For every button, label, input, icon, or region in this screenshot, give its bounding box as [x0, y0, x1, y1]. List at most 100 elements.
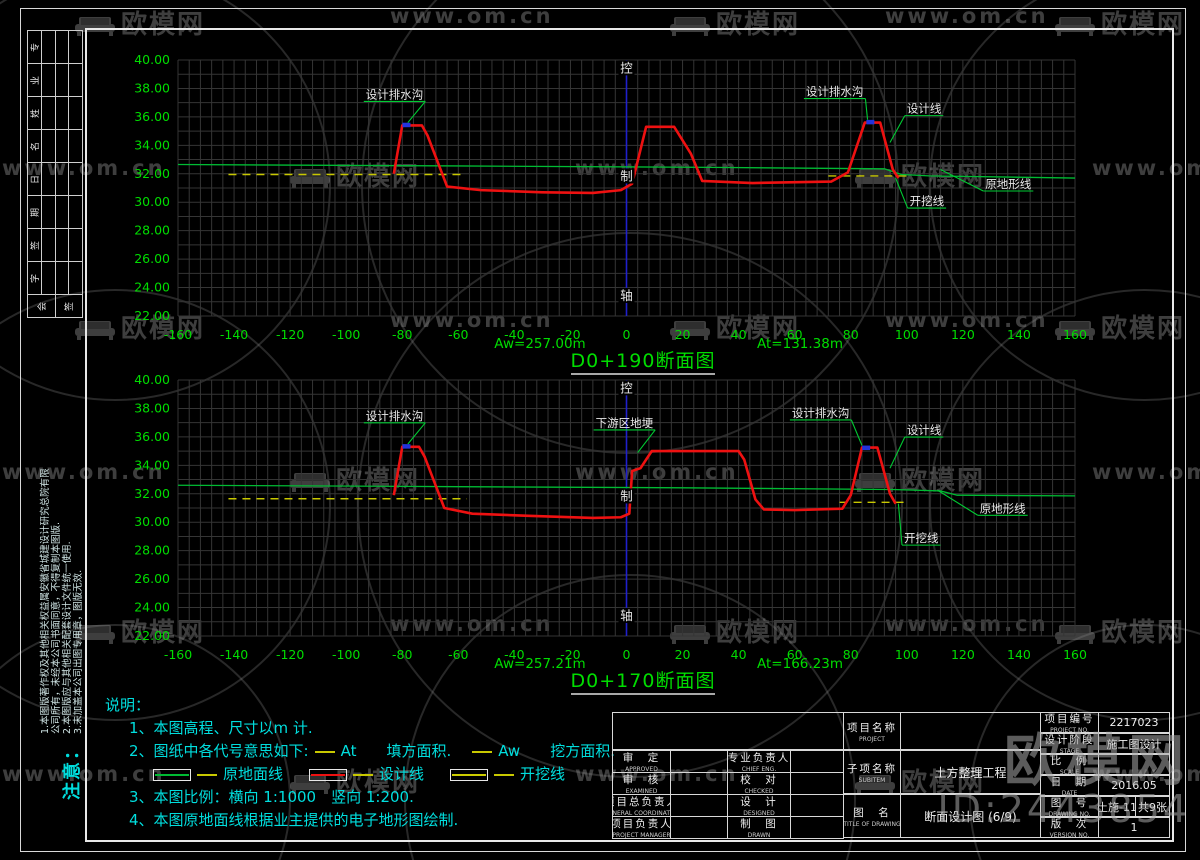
sign-cell	[68, 30, 83, 64]
legend-item-原地面线: 原地面线	[153, 765, 283, 783]
tb-right-value: 2217023	[1098, 712, 1170, 733]
label-en: PROJECT MANAGER	[612, 832, 671, 839]
section-title: D0+190断面图	[571, 350, 716, 372]
x-tick-label: 0	[623, 647, 631, 662]
tb-sign-right	[790, 816, 844, 839]
tb-name-label: 图 名 TITLE OF DRAWING	[843, 794, 901, 838]
notice-line: 3.未加盖本公司出图专用章，图版无效.	[73, 569, 84, 734]
label-zh: 项目负责人	[612, 818, 671, 830]
y-tick-label: 28.00	[134, 223, 170, 238]
sign-cell	[68, 96, 83, 130]
notice-lines: 1.本图版著作权及其他相关权益属安徽省城建设计研究总院有限公司所有，未经本公司书…	[40, 464, 84, 734]
title-block: 审 定 APPROVED 专业负责人 CHIEF ENG. 审 核 EXAMINED 校 对…	[612, 712, 1170, 839]
tb-right-value: 1	[1098, 817, 1170, 838]
x-tick-label: 140	[1007, 327, 1031, 342]
x-tick-label: 120	[951, 327, 975, 342]
note-line-3: 3、本图比例：横向 1:1000 竖向 1:200.	[129, 788, 414, 806]
tb-right-label: 版 次 VERSION NO.	[1040, 817, 1099, 838]
sign-cell	[40, 195, 56, 229]
x-tick-label: 100	[895, 327, 919, 342]
sign-cell: 字	[27, 261, 42, 295]
y-tick-label: 26.00	[134, 571, 170, 586]
y-tick-label: 40.00	[134, 372, 170, 387]
label-zh: 子项名称	[847, 762, 897, 775]
sign-cell: 业	[27, 63, 42, 97]
label-en: VERSION NO.	[1049, 832, 1090, 838]
note-line-2-prefix: 2、图纸中各代号意思如下:	[129, 742, 309, 760]
axis-char: 控	[620, 60, 633, 75]
x-tick-label: -140	[220, 647, 248, 662]
y-tick-label: 22.00	[134, 308, 170, 323]
sign-cell	[68, 162, 83, 196]
label-zh: 项目编号	[1044, 713, 1095, 725]
tb-sign-left	[670, 772, 728, 795]
tb-sign-left	[670, 750, 728, 773]
drain-marker	[402, 122, 411, 128]
legend-swatch-line	[452, 773, 487, 776]
annotation-开挖线: 开挖线	[904, 531, 939, 545]
label-zh: 审 定	[622, 752, 661, 764]
x-tick-label: -60	[448, 327, 468, 342]
x-tick-label: 0	[623, 327, 631, 342]
tb-right-value	[1098, 754, 1170, 775]
legend-dash	[197, 773, 217, 776]
x-tick-label: 20	[675, 327, 691, 342]
tb-right-label: 设计阶段 STAGE	[1040, 733, 1099, 754]
y-tick-label: 32.00	[134, 166, 170, 181]
tb-right-label: 日 期 DATE	[1040, 775, 1099, 796]
y-tick-label: 24.00	[134, 600, 170, 615]
sign-cell-char: 日	[30, 174, 41, 184]
x-tick-label: 160	[1063, 327, 1087, 342]
label-zh: 设计阶段	[1044, 734, 1095, 746]
note-line-4: 4、本图原地面线根据业主提供的电子地形图绘制.	[129, 811, 459, 829]
sign-cell	[40, 228, 56, 262]
tb-sign-right	[790, 794, 844, 817]
sign-cell	[68, 63, 83, 97]
tb-name-label: 子项名称 SUBITEM	[843, 750, 901, 794]
y-tick-label: 32.00	[134, 486, 170, 501]
legend-swatch-line	[311, 773, 346, 776]
drain-marker	[402, 444, 411, 449]
tb-name-value: 土方整理工程	[900, 750, 1041, 794]
y-tick-label: 22.00	[134, 628, 170, 643]
x-tick-label: 160	[1063, 647, 1087, 662]
y-tick-label: 38.00	[134, 80, 170, 95]
tb-right-value-text: 1	[1130, 821, 1138, 834]
sign-cell	[40, 129, 56, 163]
annotation-leader	[850, 419, 863, 446]
annotation-leader	[889, 436, 906, 469]
x-tick-label: -80	[392, 327, 412, 342]
sign-cell	[40, 162, 56, 196]
x-tick-label: -120	[276, 647, 304, 662]
x-tick-label: -160	[164, 647, 192, 662]
sign-cell-char: 名	[30, 141, 41, 151]
sign-cell-char: 字	[30, 273, 41, 283]
label-zh: 审 核	[622, 774, 661, 786]
sign-footer-char: 签	[65, 301, 76, 311]
signature-strip-table: 专业姓名日期签字会签	[27, 30, 83, 318]
label-zh: 项目名称	[847, 721, 897, 734]
label-zh: 校 对	[740, 774, 778, 786]
legend-label: 设计线	[379, 765, 425, 783]
x-tick-label: 80	[843, 327, 859, 342]
x-tick-label: -160	[164, 327, 192, 342]
annotation-设计线: 设计线	[907, 423, 942, 437]
label-en: SUBITEM	[858, 776, 886, 784]
axis-char: 轴	[620, 288, 633, 303]
x-tick-label: -100	[332, 327, 360, 342]
x-tick-label: 140	[1007, 647, 1031, 662]
y-tick-label: 38.00	[134, 400, 170, 415]
legend-dash	[353, 773, 374, 776]
sign-cell	[54, 63, 70, 97]
cad-sheet: 欧模网 www.om.cn 欧模网 www.om.cn 欧模网 www.om.cn 欧模网 w…	[0, 0, 1200, 860]
sign-cell	[54, 228, 70, 262]
symbol-dash	[314, 750, 335, 753]
tb-role-right: 校 对 CHECKED	[727, 772, 791, 795]
y-tick-label: 30.00	[134, 194, 170, 209]
y-tick-label: 34.00	[134, 137, 170, 152]
tb-role-right: 专业负责人 CHIEF ENG.	[727, 750, 791, 773]
x-tick-label: 40	[731, 647, 747, 662]
tb-name-value-text: 断面设计图 (6/9)	[924, 809, 1017, 824]
tb-name-value-text: 土方整理工程	[934, 765, 1007, 780]
y-tick-label: 34.00	[134, 457, 170, 472]
